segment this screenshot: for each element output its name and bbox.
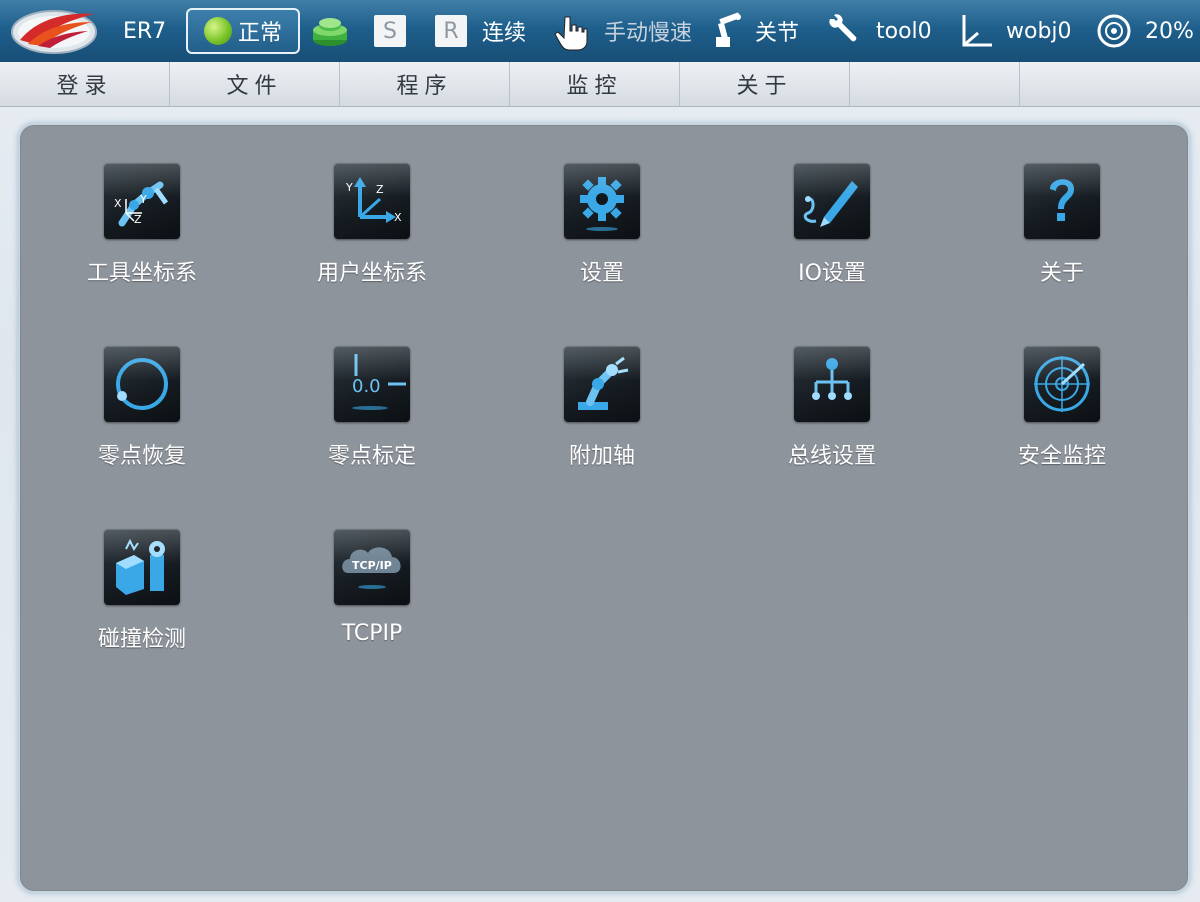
speed-label[interactable]: 20% <box>1145 0 1194 62</box>
menu-login[interactable]: 登录 <box>0 62 170 106</box>
menu-bar: 登录 文件 程序 监控 关于 <box>0 62 1200 107</box>
tile-user-frame[interactable]: Y Z X 用户坐标系 <box>282 163 462 323</box>
hand-pointer-icon[interactable] <box>550 0 590 62</box>
brand-logo <box>11 10 97 54</box>
tile-tcpip[interactable]: TCP/IP TCPIP <box>282 529 462 689</box>
question-icon <box>1024 163 1100 239</box>
svg-text:Y: Y <box>345 181 353 194</box>
tile-label: 零点恢复 <box>97 444 186 469</box>
status-ok-icon <box>203 17 232 45</box>
tile-label: 设置 <box>579 261 624 286</box>
gear-icon <box>564 163 640 239</box>
tcpip-cloud-icon: TCP/IP <box>334 529 410 605</box>
single-step-toggle[interactable]: S <box>374 15 406 47</box>
function-panel: X Y Z 工具坐标系 Y Z X 用户坐标系 设置 IO设置 关于 零点恢复 … <box>18 123 1190 893</box>
tool-label[interactable]: tool0 <box>876 0 932 62</box>
menu-file[interactable]: 文件 <box>170 62 340 106</box>
zero-restore-icon <box>104 346 180 422</box>
tile-about[interactable]: 关于 <box>972 163 1152 323</box>
robot-arm-icon <box>564 346 640 422</box>
tile-safety-monitor[interactable]: 安全监控 <box>972 346 1152 506</box>
tile-label: 用户坐标系 <box>316 261 427 286</box>
coordinate-frame-icon[interactable] <box>958 0 998 62</box>
svg-text:X: X <box>114 197 122 210</box>
tile-settings[interactable]: 设置 <box>512 163 692 323</box>
status-button[interactable]: 正常 <box>186 8 300 54</box>
jog-mode-label[interactable]: 关节 <box>755 0 799 62</box>
menu-program[interactable]: 程序 <box>340 62 510 106</box>
menu-monitor[interactable]: 监控 <box>510 62 680 106</box>
repeat-toggle[interactable]: R <box>435 15 467 47</box>
radar-icon <box>1024 346 1100 422</box>
run-mode-label[interactable]: 连续 <box>482 0 526 62</box>
status-label: 正常 <box>237 21 282 46</box>
tile-bus-settings[interactable]: 总线设置 <box>742 346 922 506</box>
io-pen-icon <box>794 163 870 239</box>
wobj-label[interactable]: wobj0 <box>1006 0 1072 62</box>
tile-extra-axis[interactable]: 附加轴 <box>512 346 692 506</box>
tile-label: 碰撞检测 <box>97 627 186 652</box>
tile-label: 关于 <box>1039 261 1084 286</box>
user-frame-icon: Y Z X <box>334 163 410 239</box>
tile-collision-detect[interactable]: 碰撞检测 <box>52 529 232 689</box>
menu-about[interactable]: 关于 <box>680 62 850 106</box>
robot-name: ER7 <box>123 18 167 44</box>
tile-io-settings[interactable]: IO设置 <box>742 163 922 323</box>
tile-tool-frame[interactable]: X Y Z 工具坐标系 <box>52 163 232 323</box>
robot-joint-icon[interactable] <box>706 0 746 62</box>
tcpip-icon-text: TCP/IP <box>352 559 392 572</box>
tile-label: 附加轴 <box>568 444 635 469</box>
status-bar: ER7 正常 S R 连续 手动慢速 关节 tool0 wobj0 20% <box>0 0 1200 63</box>
tile-label: IO设置 <box>798 261 866 286</box>
zero-value: 0.0 <box>352 376 381 397</box>
manual-speed-mode[interactable]: 手动慢速 <box>604 0 692 62</box>
tile-label: TCPIP <box>341 621 403 646</box>
wrench-icon[interactable] <box>824 0 864 62</box>
speed-dial-icon[interactable] <box>1096 0 1132 62</box>
tile-label: 工具坐标系 <box>86 261 197 286</box>
svg-text:Y: Y <box>139 193 147 206</box>
collision-icon <box>104 529 180 605</box>
tile-zero-calibrate[interactable]: 0.0 零点标定 <box>282 346 462 506</box>
tile-label: 总线设置 <box>787 444 876 469</box>
menu-empty-slot <box>1020 62 1200 106</box>
svg-text:Z: Z <box>376 183 384 196</box>
zero-calibrate-icon: 0.0 <box>334 346 410 422</box>
servo-power-icon[interactable] <box>310 0 350 62</box>
svg-text:X: X <box>394 211 402 224</box>
tool-frame-icon: X Y Z <box>104 163 180 239</box>
svg-text:Z: Z <box>134 213 142 226</box>
menu-empty-slot <box>850 62 1020 106</box>
tile-label: 安全监控 <box>1017 444 1106 469</box>
tile-label: 零点标定 <box>327 444 416 469</box>
tile-zero-restore[interactable]: 零点恢复 <box>52 346 232 506</box>
bus-tree-icon <box>794 346 870 422</box>
